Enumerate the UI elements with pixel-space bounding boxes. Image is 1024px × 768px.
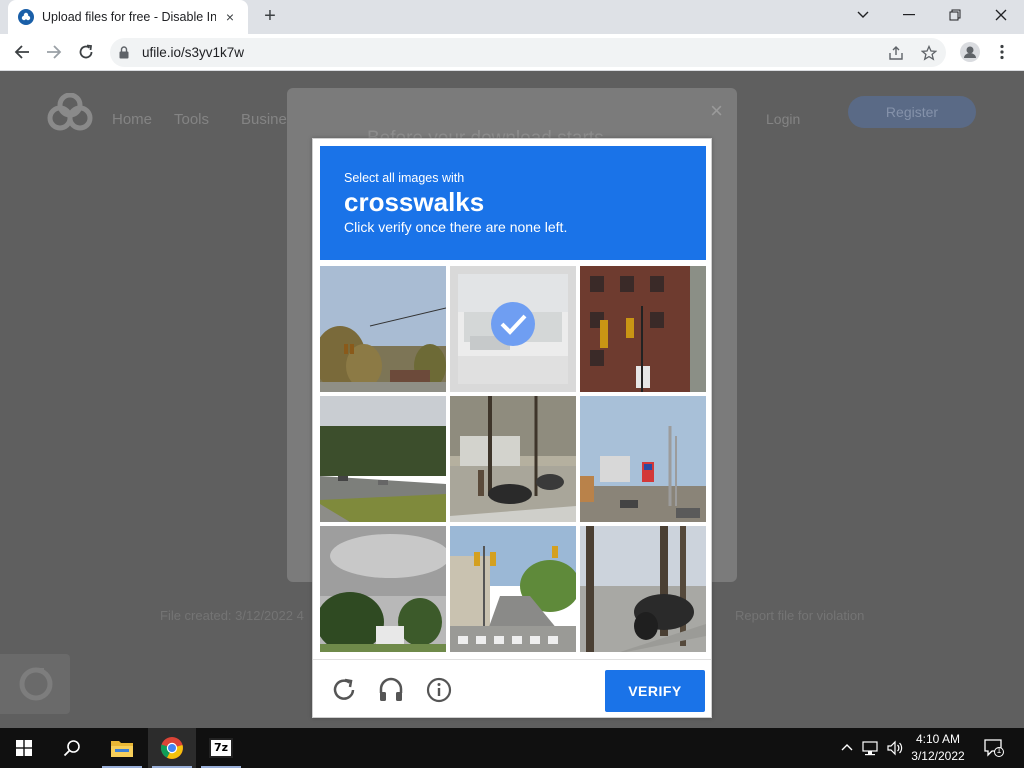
browser-toolbar: ufile.io/s3yv1k7w bbox=[0, 34, 1024, 71]
minimize-icon[interactable] bbox=[886, 0, 932, 30]
bookmark-star-icon[interactable] bbox=[920, 44, 938, 66]
nav-business[interactable]: Busine bbox=[241, 111, 287, 128]
recaptcha-challenge: Select all images with crosswalks Click … bbox=[312, 138, 712, 718]
volume-icon[interactable] bbox=[886, 740, 904, 761]
tab-close-icon[interactable]: × bbox=[222, 9, 238, 25]
challenge-tile-7[interactable] bbox=[320, 526, 446, 652]
challenge-keyword: crosswalks bbox=[344, 187, 485, 217]
forward-icon[interactable] bbox=[42, 40, 66, 64]
back-icon[interactable] bbox=[10, 40, 34, 64]
lock-icon[interactable] bbox=[119, 46, 129, 64]
close-window-icon[interactable] bbox=[978, 0, 1024, 30]
chrome-icon[interactable] bbox=[148, 728, 196, 768]
notification-center-icon[interactable]: 1 bbox=[984, 738, 1004, 763]
audio-challenge-icon[interactable] bbox=[378, 677, 404, 703]
challenge-hint: Click verify once there are none left. bbox=[344, 219, 568, 235]
nav-home[interactable]: Home bbox=[112, 111, 152, 128]
challenge-tile-3[interactable] bbox=[580, 266, 706, 392]
challenge-tile-9[interactable] bbox=[580, 526, 706, 652]
profile-avatar-icon[interactable] bbox=[958, 40, 982, 64]
challenge-tile-2-selected[interactable] bbox=[450, 266, 576, 392]
challenge-tile-8[interactable] bbox=[450, 526, 576, 652]
clock-date: 3/12/2022 bbox=[911, 749, 965, 763]
taskbar-clock[interactable]: 4:10 AM 3/12/2022 bbox=[908, 731, 968, 765]
windows-taskbar: 7z 4:10 AM 3/12/2022 1 bbox=[0, 728, 1024, 768]
browser-menu-icon[interactable] bbox=[990, 40, 1014, 64]
show-hidden-icons-icon[interactable] bbox=[840, 740, 854, 759]
info-icon[interactable] bbox=[426, 677, 452, 703]
reload-page-icon[interactable] bbox=[74, 40, 98, 64]
network-icon[interactable] bbox=[862, 740, 880, 761]
restore-icon[interactable] bbox=[932, 0, 978, 30]
taskbar-search-icon[interactable] bbox=[48, 728, 96, 768]
challenge-footer: VERIFY bbox=[313, 659, 711, 717]
share-icon[interactable] bbox=[888, 45, 904, 66]
file-created-text: File created: 3/12/2022 4 bbox=[160, 608, 304, 623]
7zip-label: 7z bbox=[209, 738, 233, 758]
challenge-tile-5[interactable] bbox=[450, 396, 576, 522]
notification-count: 1 bbox=[996, 746, 1002, 755]
challenge-header: Select all images with crosswalks Click … bbox=[320, 146, 706, 260]
verify-button[interactable]: VERIFY bbox=[605, 670, 705, 712]
ufile-favicon-icon bbox=[18, 9, 34, 25]
modal-close-icon[interactable]: × bbox=[710, 98, 723, 124]
7zip-icon[interactable]: 7z bbox=[197, 728, 245, 768]
recaptcha-badge[interactable] bbox=[0, 654, 70, 714]
challenge-tile-6[interactable] bbox=[580, 396, 706, 522]
reload-icon[interactable] bbox=[331, 677, 357, 703]
tab-search-icon[interactable] bbox=[840, 0, 886, 30]
file-explorer-icon[interactable] bbox=[98, 728, 146, 768]
challenge-image-grid bbox=[320, 266, 706, 652]
challenge-instruction: Select all images with bbox=[344, 171, 465, 185]
challenge-tile-4[interactable] bbox=[320, 396, 446, 522]
address-bar[interactable]: ufile.io/s3yv1k7w bbox=[110, 38, 946, 67]
report-file-link[interactable]: Report file for violation bbox=[735, 608, 864, 623]
windows-start-icon[interactable] bbox=[0, 728, 48, 768]
tab-title: Upload files for free - Disable Int bbox=[42, 10, 216, 24]
nav-login[interactable]: Login bbox=[766, 111, 800, 127]
new-tab-button[interactable]: + bbox=[258, 4, 282, 28]
nav-tools[interactable]: Tools bbox=[174, 111, 209, 128]
challenge-tile-1[interactable] bbox=[320, 266, 446, 392]
ufile-logo-icon[interactable] bbox=[46, 92, 94, 133]
browser-tabstrip: Upload files for free - Disable Int × + bbox=[0, 0, 1024, 34]
browser-tab[interactable]: Upload files for free - Disable Int × bbox=[8, 0, 248, 34]
register-button[interactable]: Register bbox=[848, 96, 976, 128]
clock-time: 4:10 AM bbox=[915, 732, 961, 746]
url-text: ufile.io/s3yv1k7w bbox=[142, 45, 245, 60]
